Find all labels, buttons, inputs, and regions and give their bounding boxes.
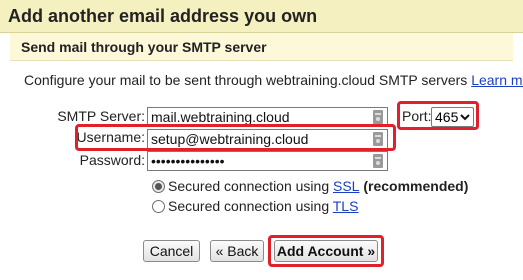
intro-text: Configure your mail to be sent through w… — [24, 72, 468, 88]
port-value: 465 — [435, 109, 459, 125]
section-header: Send mail through your SMTP server — [10, 33, 513, 61]
password-manager-key-icon[interactable] — [372, 110, 384, 124]
add-account-button[interactable]: Add Account » — [274, 240, 378, 262]
username-label: Username: — [76, 129, 145, 145]
tls-prefix-text: Secured connection using — [168, 198, 333, 214]
username-input[interactable]: setup@webtraining.cloud — [147, 129, 388, 149]
port-select[interactable]: 465 — [431, 107, 474, 127]
port-label: Port: — [402, 108, 432, 124]
tls-option[interactable]: Secured connection using TLS — [152, 198, 358, 216]
password-manager-key-icon[interactable] — [372, 132, 384, 146]
password-label: Password: — [79, 152, 145, 168]
smtp-server-value: mail.webtraining.cloud — [151, 109, 290, 125]
ssl-link[interactable]: SSL — [333, 178, 359, 194]
username-value: setup@webtraining.cloud — [151, 131, 309, 147]
dialog-title-bar: Add another email address you own — [0, 0, 523, 33]
smtp-server-input[interactable]: mail.webtraining.cloud — [147, 107, 388, 127]
ssl-recommended-text: (recommended) — [359, 178, 469, 194]
ssl-radio[interactable] — [152, 180, 165, 193]
password-input[interactable]: ••••••••••••••• — [147, 151, 388, 171]
intro-paragraph: Configure your mail to be sent through w… — [24, 72, 523, 88]
learn-more-link[interactable]: Learn more — [471, 72, 523, 88]
tls-radio[interactable] — [152, 200, 165, 213]
password-value: ••••••••••••••• — [151, 153, 225, 169]
smtp-server-label: SMTP Server: — [57, 108, 145, 124]
ssl-option[interactable]: Secured connection using SSL (recommende… — [152, 178, 468, 196]
cancel-button[interactable]: Cancel — [143, 240, 200, 262]
back-button[interactable]: « Back — [210, 240, 264, 262]
ssl-prefix-text: Secured connection using — [168, 178, 333, 194]
chevron-down-icon — [460, 114, 470, 121]
password-manager-key-icon[interactable] — [372, 154, 384, 168]
tls-link[interactable]: TLS — [333, 198, 359, 214]
section-title: Send mail through your SMTP server — [21, 39, 267, 55]
dialog-title: Add another email address you own — [8, 6, 318, 26]
